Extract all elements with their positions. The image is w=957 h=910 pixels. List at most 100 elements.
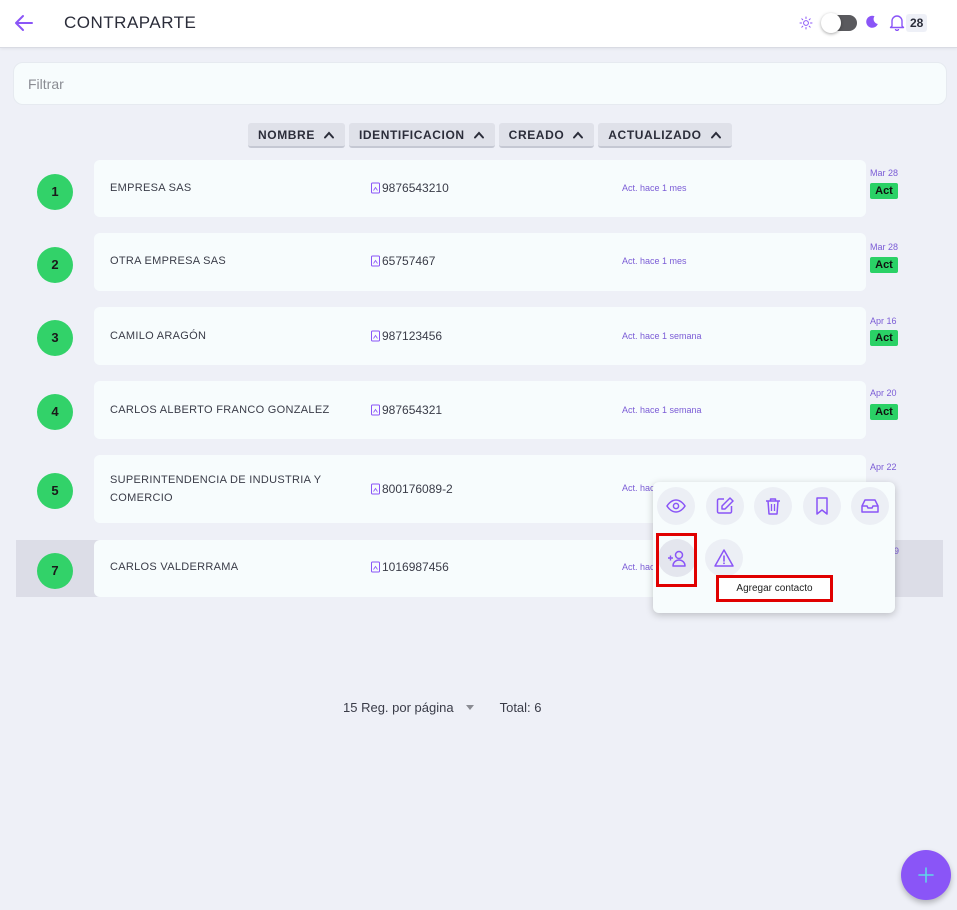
per-page-label: 15 Reg. por página [343,700,454,715]
page-title: CONTRAPARTE [64,13,197,32]
id-document-icon [371,182,380,194]
row-identification: 9876543210 [370,181,449,195]
chevron-up-icon [710,130,721,138]
status-badge: Act [870,330,898,346]
row-date: Apr 16 [870,316,897,326]
row-card[interactable]: EMPRESA SAS 9876543210 Act. hace 1 mes [94,160,866,217]
list-item: 1 EMPRESA SAS 9876543210 Act. hace 1 mes… [16,160,943,218]
row-name: SUPERINTENDENCIA DE INDUSTRIA Y COMERCIO [110,471,321,507]
row-date: Apr 22 [870,462,897,472]
moon-icon [864,14,880,30]
row-date: Mar 28 [870,242,899,252]
row-name: CARLOS VALDERRAMA [110,561,239,573]
warning-icon [714,549,734,567]
sort-label: CREADO [508,127,565,142]
row-updated-text: Act. hace 1 semana [622,405,702,415]
bell-icon[interactable] [888,13,906,32]
sort-label: IDENTIFICACION [358,127,465,142]
row-updated-text: Act. hace 1 mes [622,256,687,266]
row-updated-text: Act. hac [622,562,655,572]
report-button[interactable] [705,539,743,577]
add-button[interactable] [901,850,951,900]
row-number-badge: 3 [37,320,73,356]
total-count: Total: 6 [499,700,542,715]
row-id-value: 9876543210 [382,181,449,195]
edit-button[interactable] [706,487,744,525]
row-number-badge: 4 [37,394,73,430]
filter-box [13,62,947,105]
sort-actualizado-button[interactable]: ACTUALIZADO [598,123,732,148]
chevron-up-icon [573,130,584,138]
id-document-icon [371,404,380,416]
row-number-badge: 7 [37,553,73,589]
row-card[interactable]: OTRA EMPRESA SAS 65757467 Act. hace 1 me… [94,233,866,291]
sort-identificacion-button[interactable]: IDENTIFICACION [348,123,495,148]
row-id-value: 1016987456 [382,560,449,574]
toggle-knob [821,13,841,33]
row-name-line: COMERCIO [110,492,173,504]
row-identification: 800176089-2 [370,482,453,496]
per-page-select[interactable]: 15 Reg. por página [343,700,474,715]
row-id-value: 65757467 [382,254,436,268]
sun-icon [799,16,813,30]
row-identification: 1016987456 [370,560,449,574]
filter-input[interactable] [14,63,946,104]
row-updated-text: Act. hace 1 semana [622,331,702,341]
sort-label: ACTUALIZADO [608,127,702,142]
add-user-icon [668,550,686,567]
row-number-badge: 1 [37,174,73,210]
row-name: CAMILO ARAGÓN [110,330,207,342]
theme-toggle[interactable] [821,13,857,33]
pagination: 15 Reg. por página Total: 6 [343,700,542,715]
edit-icon [716,497,734,514]
row-identification: 987123456 [370,329,442,343]
row-id-value: 800176089-2 [382,482,453,496]
row-number-badge: 2 [37,247,73,283]
bookmark-icon [816,497,828,515]
add-contact-tooltip: Agregar contacto [716,575,833,602]
row-identification: 987654321 [370,403,442,417]
row-name: CARLOS ALBERTO FRANCO GONZALEZ [110,404,330,416]
bookmark-button[interactable] [803,487,841,525]
archive-button[interactable] [851,487,889,525]
id-document-icon [371,255,380,267]
row-card[interactable]: CARLOS ALBERTO FRANCO GONZALEZ 987654321… [94,381,866,439]
add-contact-button[interactable] [658,539,696,577]
archive-icon [861,499,879,513]
view-button[interactable] [657,487,695,525]
back-arrow-icon[interactable] [12,11,36,35]
id-document-icon [371,561,380,573]
sort-creado-button[interactable]: CREADO [498,123,595,148]
sort-bar: NOMBRE IDENTIFICACION CREADO ACTUALIZADO [248,123,732,148]
id-document-icon [371,330,380,342]
chevron-up-icon [473,130,484,138]
delete-button[interactable] [754,487,792,525]
sort-nombre-button[interactable]: NOMBRE [248,123,345,148]
row-updated-text: Act. hace 1 mes [622,183,687,193]
row-id-value: 987654321 [382,403,443,417]
row-card[interactable]: CAMILO ARAGÓN 987123456 Act. hace 1 sema… [94,307,866,365]
list-item: 3 CAMILO ARAGÓN 987123456 Act. hace 1 se… [16,307,943,365]
row-identification: 65757467 [370,254,435,268]
plus-icon [918,867,934,883]
row-name-line: SUPERINTENDENCIA DE INDUSTRIA Y [110,474,322,486]
row-name: OTRA EMPRESA SAS [110,255,227,267]
trash-icon [766,498,780,515]
notification-count-badge: 28 [906,14,928,32]
status-badge: Act [870,183,898,199]
caret-down-icon [465,705,474,710]
id-document-icon [371,483,380,495]
row-number-badge: 5 [37,473,73,509]
top-bar: CONTRAPARTE 28 [0,0,957,48]
sort-label: NOMBRE [258,127,315,142]
row-name: EMPRESA SAS [110,182,192,194]
chevron-up-icon [323,130,334,138]
row-date: Apr 20 [870,388,897,398]
status-badge: Act [870,404,898,420]
status-badge: Act [870,257,898,273]
list-item: 2 OTRA EMPRESA SAS 65757467 Act. hace 1 … [16,233,943,292]
row-id-value: 987123456 [382,329,443,343]
row-date: Mar 28 [870,168,899,178]
list-item: 4 CARLOS ALBERTO FRANCO GONZALEZ 9876543… [16,381,943,439]
row-actions-popup: Agregar contacto [653,482,895,613]
